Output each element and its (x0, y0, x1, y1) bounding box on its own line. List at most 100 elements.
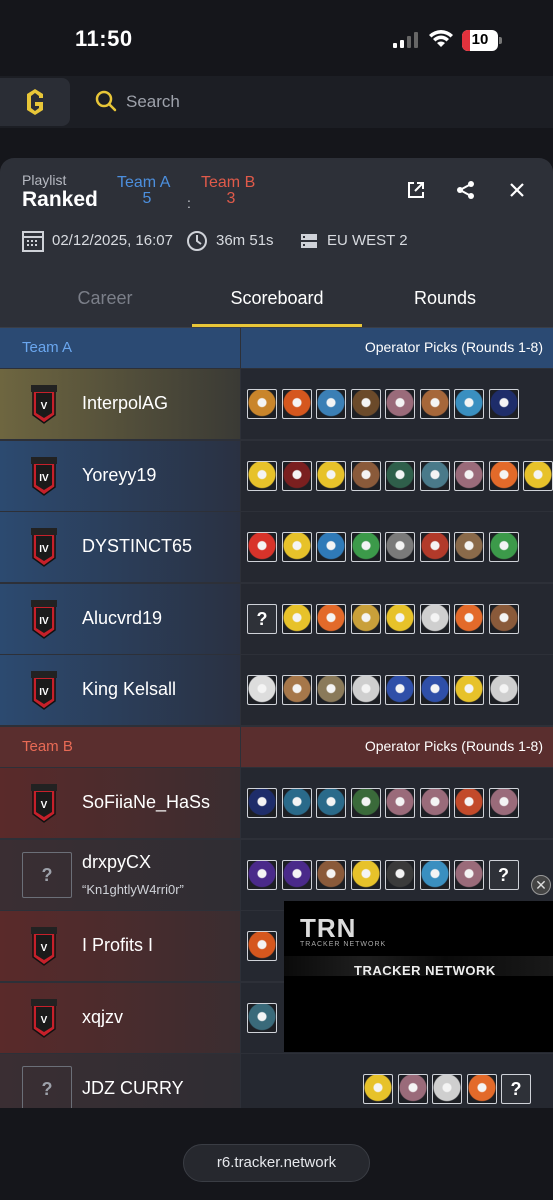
player-name[interactable]: I Profits I (82, 935, 153, 956)
operator-icon[interactable] (316, 603, 346, 634)
operator-icon[interactable] (385, 788, 415, 818)
operator-icon[interactable] (350, 603, 381, 634)
team-a-score: 5 (142, 190, 152, 207)
operator-icon[interactable] (281, 859, 312, 890)
share-icon[interactable] (456, 180, 476, 200)
operator-icon[interactable] (350, 859, 381, 890)
open-external-icon[interactable] (406, 180, 426, 200)
player-name[interactable]: xqjzv (82, 1007, 123, 1028)
operator-icon[interactable] (419, 603, 450, 634)
player-name[interactable]: drxpyCX (82, 852, 151, 873)
player-name[interactable]: JDZ CURRY (82, 1078, 184, 1099)
operator-icon[interactable] (316, 389, 346, 419)
operator-icon[interactable] (385, 389, 415, 419)
player-row[interactable]: ? JDZ CURRY? (0, 1054, 553, 1108)
operator-icon[interactable] (432, 1074, 462, 1104)
operator-icon[interactable] (281, 788, 312, 818)
operator-icon[interactable] (419, 675, 450, 705)
player-row[interactable]: ? drxpyCX “Kn1ghtlyW4rri0r”? (0, 839, 553, 910)
operator-icon[interactable] (247, 1002, 277, 1033)
operator-icon[interactable] (523, 460, 553, 491)
close-icon[interactable] (507, 180, 527, 200)
player-row[interactable]: IV DYSTINCT65 (0, 512, 553, 582)
operator-icon[interactable] (385, 532, 415, 562)
operator-icon[interactable] (419, 788, 450, 818)
operator-icon[interactable] (419, 532, 450, 562)
operator-icon[interactable] (247, 859, 277, 890)
operator-icon[interactable] (247, 389, 277, 419)
unknown-operator-icon[interactable]: ? (488, 859, 519, 890)
operator-icon[interactable] (350, 675, 381, 705)
player-row[interactable]: V SoFiiaNe_HaSs (0, 768, 553, 838)
operator-icon[interactable] (350, 460, 381, 491)
operator-icon[interactable] (350, 788, 381, 818)
player-row[interactable]: IV King Kelsall (0, 655, 553, 725)
match-server: EU WEST 2 (327, 232, 408, 249)
operator-icon[interactable] (281, 389, 312, 419)
player-row[interactable]: IV Alucvrd19? (0, 583, 553, 654)
operator-icon[interactable] (385, 859, 415, 890)
home-logo-button[interactable] (0, 78, 70, 126)
player-name[interactable]: Alucvrd19 (82, 608, 162, 629)
operator-icon[interactable] (488, 460, 519, 491)
url-bar[interactable]: r6.tracker.network (183, 1144, 370, 1182)
operator-icon[interactable] (281, 532, 312, 562)
player-name[interactable]: InterpolAG (82, 393, 168, 414)
operator-icon[interactable] (350, 532, 381, 562)
operator-icon[interactable] (247, 532, 277, 562)
unknown-operator-icon[interactable]: ? (501, 1074, 531, 1104)
operator-icon[interactable] (419, 859, 450, 890)
operator-icon[interactable] (454, 532, 484, 562)
rank-text: V (41, 800, 48, 811)
operator-icon[interactable] (466, 1074, 497, 1104)
operator-icon[interactable] (454, 859, 484, 890)
battery-indicator: 10 (462, 30, 502, 51)
operator-icon[interactable] (247, 931, 277, 961)
operator-icon[interactable] (454, 788, 484, 818)
operator-icon[interactable] (419, 460, 450, 491)
operator-icon[interactable] (488, 532, 519, 562)
operator-icon[interactable] (488, 675, 519, 705)
ad-close-button[interactable]: ✕ (531, 875, 551, 895)
operator-icon[interactable] (316, 675, 346, 705)
operator-icon[interactable] (397, 1074, 428, 1104)
operator-icon[interactable] (281, 603, 312, 634)
operator-icon[interactable] (488, 603, 519, 634)
operator-icon[interactable] (316, 859, 346, 890)
operator-icon[interactable] (350, 389, 381, 419)
operator-icon[interactable] (488, 389, 519, 419)
operator-icon[interactable] (281, 675, 312, 705)
operator-icon[interactable] (454, 675, 484, 705)
player-row[interactable]: V InterpolAG (0, 369, 553, 439)
tab-scoreboard[interactable]: Scoreboard (192, 288, 362, 309)
operator-icon[interactable] (316, 532, 346, 562)
operator-icon[interactable] (419, 389, 450, 419)
operator-icon[interactable] (385, 460, 415, 491)
unknown-operator-icon[interactable]: ? (247, 603, 277, 634)
team-header-name: Team B (22, 738, 73, 755)
player-name[interactable]: SoFiiaNe_HaSs (82, 792, 210, 813)
player-name[interactable]: DYSTINCT65 (82, 536, 192, 557)
operator-icon[interactable] (385, 603, 415, 634)
player-name[interactable]: King Kelsall (82, 679, 176, 700)
operator-icon[interactable] (247, 788, 277, 818)
operator-icon[interactable] (454, 603, 484, 634)
operator-icon[interactable] (363, 1074, 393, 1104)
operator-icon[interactable] (247, 675, 277, 705)
tab-career[interactable]: Career (60, 288, 150, 309)
search-input[interactable]: Search (126, 92, 180, 112)
operator-icon[interactable] (454, 460, 484, 491)
operator-icon[interactable] (454, 389, 484, 419)
operator-icon[interactable] (247, 460, 277, 491)
operator-icon[interactable] (281, 460, 312, 491)
player-row[interactable]: IV Yoreyy19 (0, 440, 553, 511)
operator-icon[interactable] (316, 788, 346, 818)
player-nickname: “Kn1ghtlyW4rri0r” (82, 881, 184, 897)
player-name[interactable]: Yoreyy19 (82, 465, 156, 486)
operator-icon[interactable] (316, 460, 346, 491)
tab-rounds[interactable]: Rounds (395, 288, 495, 309)
operator-icon[interactable] (488, 788, 519, 818)
video-ad[interactable]: TRN TRACKER NETWORK TRACKER NETWORK (284, 901, 553, 1052)
search-icon[interactable] (95, 90, 117, 112)
operator-icon[interactable] (385, 675, 415, 705)
